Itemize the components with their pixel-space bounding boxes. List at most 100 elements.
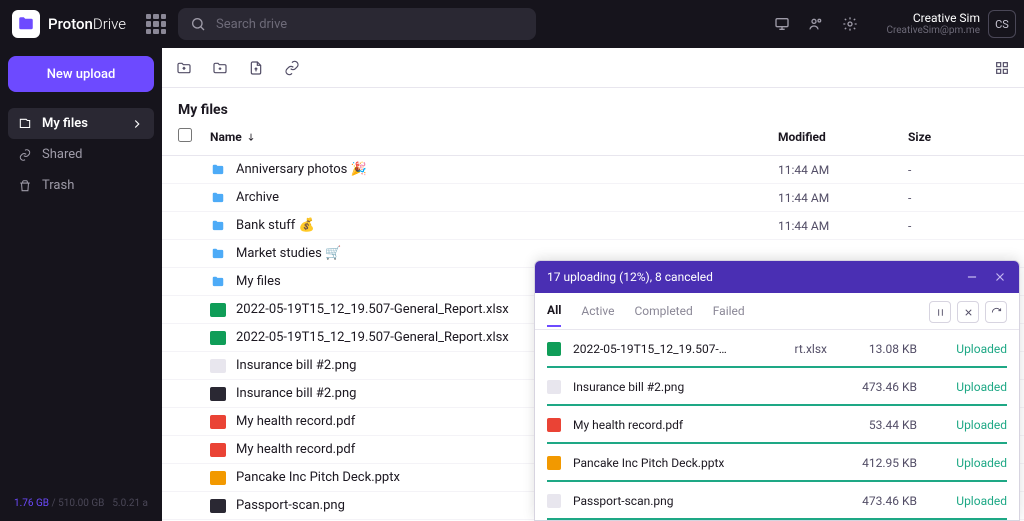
upload-panel: 17 uploading (12%), 8 canceled All Activ… bbox=[534, 260, 1020, 521]
upload-file-size: 13.08 KB bbox=[827, 342, 917, 356]
upload-file-name: Passport-scan.png bbox=[565, 494, 823, 508]
sidebar-item-label: My files bbox=[42, 116, 88, 131]
upload-status: Uploaded bbox=[917, 494, 1007, 508]
col-modified[interactable]: Modified bbox=[778, 130, 908, 144]
img-dark-icon bbox=[210, 387, 226, 401]
file-name: Archive bbox=[230, 190, 778, 205]
apps-grid-icon[interactable] bbox=[146, 14, 166, 34]
upload-file-size: 473.46 KB bbox=[827, 380, 917, 394]
minimize-icon[interactable] bbox=[965, 270, 979, 284]
new-upload-button[interactable]: New upload bbox=[8, 56, 154, 92]
logo[interactable]: ProtonDrive bbox=[12, 10, 126, 38]
link-icon bbox=[18, 148, 32, 162]
upload-status: Uploaded bbox=[917, 380, 1007, 394]
close-icon[interactable] bbox=[993, 270, 1007, 284]
upload-row: My health record.pdf 53.44 KBUploaded bbox=[535, 406, 1019, 444]
tab-active[interactable]: Active bbox=[581, 304, 614, 326]
upload-file-size: 473.46 KB bbox=[827, 494, 917, 508]
screen-icon[interactable] bbox=[774, 16, 790, 32]
retry-all-button[interactable] bbox=[985, 301, 1007, 323]
file-name: Bank stuff 💰 bbox=[230, 218, 778, 233]
upload-status: Uploaded bbox=[917, 418, 1007, 432]
tab-all[interactable]: All bbox=[547, 303, 561, 327]
upload-file-name: My health record.pdf bbox=[565, 418, 823, 432]
sidebar-item-label: Shared bbox=[42, 147, 82, 162]
chevron-right-icon bbox=[130, 117, 144, 131]
cancel-all-button[interactable] bbox=[957, 301, 979, 323]
table-row[interactable]: Anniversary photos 🎉11:44 AM- bbox=[162, 156, 1024, 184]
pdf-icon bbox=[210, 415, 226, 429]
sidebar-item-label: Trash bbox=[42, 178, 74, 193]
search-box[interactable] bbox=[178, 8, 536, 40]
folder-icon bbox=[210, 247, 226, 261]
file-modified: 11:44 AM bbox=[778, 191, 908, 205]
xls-icon bbox=[547, 342, 561, 356]
upload-file-ext: rt.xlsx bbox=[791, 342, 827, 356]
user-menu[interactable]: Creative Sim CreativeSim@pm.me CS bbox=[886, 10, 1016, 38]
gear-icon[interactable] bbox=[842, 16, 858, 32]
file-size: - bbox=[908, 191, 1008, 205]
table-row[interactable]: Bank stuff 💰11:44 AM- bbox=[162, 212, 1024, 240]
search-input[interactable] bbox=[216, 17, 524, 32]
img-light-icon bbox=[547, 380, 561, 394]
xls-icon bbox=[210, 331, 226, 345]
sidebar-item-trash[interactable]: Trash bbox=[8, 170, 154, 201]
file-modified: 11:44 AM bbox=[778, 219, 908, 233]
table-header: Name Modified Size bbox=[162, 128, 1024, 156]
pause-all-button[interactable] bbox=[929, 301, 951, 323]
upload-row: Pancake Inc Pitch Deck.pptx 412.95 KBUplo… bbox=[535, 444, 1019, 482]
upload-row: Insurance bill #2.png 473.46 KBUploaded bbox=[535, 368, 1019, 406]
tab-failed[interactable]: Failed bbox=[713, 304, 745, 326]
link-icon[interactable] bbox=[284, 60, 300, 76]
trash-icon bbox=[18, 179, 32, 193]
pdf-icon bbox=[210, 443, 226, 457]
files-icon bbox=[18, 117, 32, 131]
logo-text: ProtonDrive bbox=[48, 15, 126, 33]
folder-icon bbox=[210, 191, 226, 205]
contacts-icon[interactable] bbox=[808, 16, 824, 32]
img-light-icon bbox=[210, 359, 226, 373]
upload-file-size: 53.44 KB bbox=[827, 418, 917, 432]
upload-file-icon[interactable] bbox=[248, 60, 264, 76]
user-name: Creative Sim bbox=[886, 11, 980, 25]
select-all-checkbox[interactable] bbox=[178, 128, 192, 142]
folder-icon bbox=[210, 219, 226, 233]
sidebar-item-shared[interactable]: Shared bbox=[8, 139, 154, 170]
upload-tabs: All Active Completed Failed bbox=[535, 293, 1019, 330]
page-title: My files bbox=[162, 88, 1024, 128]
table-row[interactable]: Archive11:44 AM- bbox=[162, 184, 1024, 212]
folder-icon bbox=[210, 275, 226, 289]
file-modified: 11:44 AM bbox=[778, 163, 908, 177]
upload-summary: 17 uploading (12%), 8 canceled bbox=[547, 270, 713, 284]
ppt-icon bbox=[210, 471, 226, 485]
user-email: CreativeSim@pm.me bbox=[886, 25, 980, 37]
view-grid-icon[interactable] bbox=[994, 60, 1010, 76]
upload-file-name: Pancake Inc Pitch Deck.pptx bbox=[565, 456, 823, 470]
toolbar bbox=[162, 48, 1024, 88]
col-size[interactable]: Size bbox=[908, 130, 1008, 144]
ppt-icon bbox=[547, 456, 561, 470]
file-size: - bbox=[908, 219, 1008, 233]
folder-up-icon[interactable] bbox=[176, 60, 192, 76]
file-name: Market studies 🛒 bbox=[230, 246, 778, 261]
upload-row: 2022-05-19T15_12_19.507-…rt.xlsx13.08 KB… bbox=[535, 330, 1019, 368]
upload-status: Uploaded bbox=[917, 342, 1007, 356]
new-folder-icon[interactable] bbox=[212, 60, 228, 76]
logo-icon bbox=[12, 10, 40, 38]
sidebar-item-my-files[interactable]: My files bbox=[8, 108, 154, 139]
upload-file-size: 412.95 KB bbox=[827, 456, 917, 470]
search-icon bbox=[190, 16, 206, 32]
avatar: CS bbox=[988, 10, 1016, 38]
upload-row: Passport-scan.png 473.46 KBUploaded bbox=[535, 482, 1019, 520]
upload-progress-bar bbox=[547, 518, 1007, 520]
upload-file-name: Insurance bill #2.png bbox=[565, 380, 823, 394]
topbar-actions bbox=[774, 16, 858, 32]
upload-status: Uploaded bbox=[917, 456, 1007, 470]
pdf-icon bbox=[547, 418, 561, 432]
col-name[interactable]: Name bbox=[202, 130, 778, 144]
tab-completed[interactable]: Completed bbox=[634, 304, 692, 326]
xls-icon bbox=[210, 303, 226, 317]
storage-meter: 1.76 GB / 510.00 GB 5.0.21 a bbox=[8, 494, 154, 513]
topbar: ProtonDrive Creative Sim CreativeSim@pm.… bbox=[0, 0, 1024, 48]
file-name: Anniversary photos 🎉 bbox=[230, 162, 778, 177]
